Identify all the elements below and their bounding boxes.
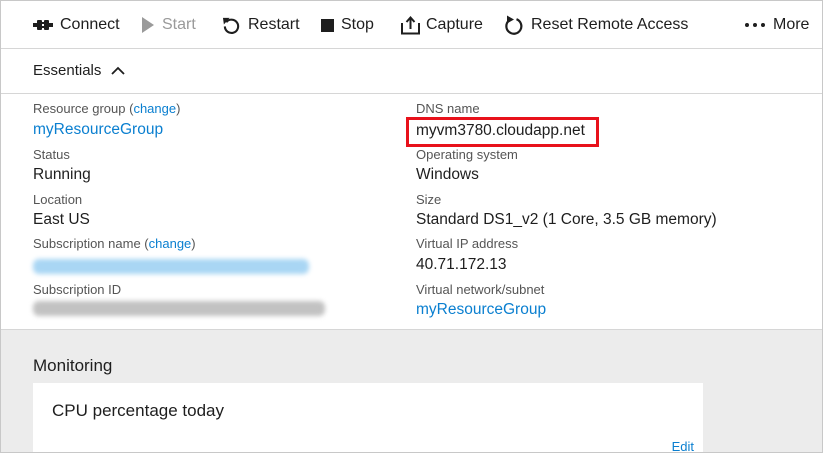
essentials-header: Essentials [1, 49, 822, 94]
start-button[interactable]: Start [141, 10, 196, 40]
stop-button[interactable]: Stop [321, 10, 374, 40]
reset-remote-access-button[interactable]: Reset Remote Access [504, 10, 688, 40]
resource-group-link[interactable]: myResourceGroup [33, 121, 163, 139]
virtual-ip-label: Virtual IP address [416, 236, 519, 251]
vm-blade: Connect Start Restart Stop Capture Reset… [0, 0, 823, 453]
stop-label: Stop [341, 16, 374, 33]
vnet-label: Virtual network/subnet [416, 282, 545, 297]
restart-label: Restart [248, 16, 300, 33]
status-label: Status [33, 147, 70, 162]
subscription-id-label: Subscription ID [33, 282, 122, 297]
connect-button[interactable]: Connect [33, 10, 120, 40]
resource-group-label: Resource group (change) [33, 101, 181, 116]
cpu-tile[interactable]: CPU percentage today Edit [33, 383, 703, 452]
monitoring-title: Monitoring [33, 356, 113, 375]
reset-icon [504, 15, 523, 36]
size-label: Size [416, 192, 442, 207]
dns-highlight-box [406, 117, 599, 147]
start-label: Start [162, 16, 196, 33]
more-label: More [773, 16, 810, 33]
plug-icon [33, 18, 53, 32]
monitoring-section: Monitoring CPU percentage today Edit [1, 329, 822, 452]
location-value: East US [33, 211, 90, 228]
resource-group-label-text: Resource group [33, 101, 126, 116]
capture-upload-icon [400, 15, 421, 35]
reset-remote-access-label: Reset Remote Access [531, 16, 689, 33]
connect-label: Connect [60, 16, 120, 33]
stop-icon [321, 18, 334, 32]
capture-button[interactable]: Capture [400, 10, 483, 40]
resource-group-change-link[interactable]: change [133, 101, 176, 116]
capture-label: Capture [426, 16, 483, 33]
virtual-ip-value: 40.71.172.13 [416, 256, 507, 273]
more-button[interactable]: More [745, 10, 809, 40]
command-toolbar: Connect Start Restart Stop Capture Reset… [1, 1, 822, 49]
chevron-up-icon [111, 66, 126, 75]
subscription-name-redacted[interactable] [33, 259, 309, 274]
essentials-title: Essentials [33, 62, 102, 79]
size-value: Standard DS1_v2 (1 Core, 3.5 GB memory) [416, 211, 717, 228]
status-value: Running [33, 166, 91, 183]
os-label: Operating system [416, 147, 518, 162]
subscription-name-label-text: Subscription name [33, 236, 141, 251]
dns-name-label: DNS name [416, 101, 480, 116]
subscription-change-link[interactable]: change [149, 236, 192, 251]
cpu-tile-title: CPU percentage today [52, 401, 224, 420]
play-icon [141, 16, 155, 34]
ellipsis-icon [745, 23, 765, 27]
edit-link[interactable]: Edit [672, 439, 694, 452]
location-label: Location [33, 192, 83, 207]
subscription-name-label: Subscription name (change) [33, 236, 196, 251]
restart-button[interactable]: Restart [222, 10, 300, 40]
restart-icon [222, 16, 241, 35]
essentials-toggle[interactable]: Essentials [33, 62, 126, 79]
vnet-link[interactable]: myResourceGroup [416, 301, 546, 319]
os-value: Windows [416, 166, 479, 183]
subscription-id-redacted [33, 301, 325, 316]
